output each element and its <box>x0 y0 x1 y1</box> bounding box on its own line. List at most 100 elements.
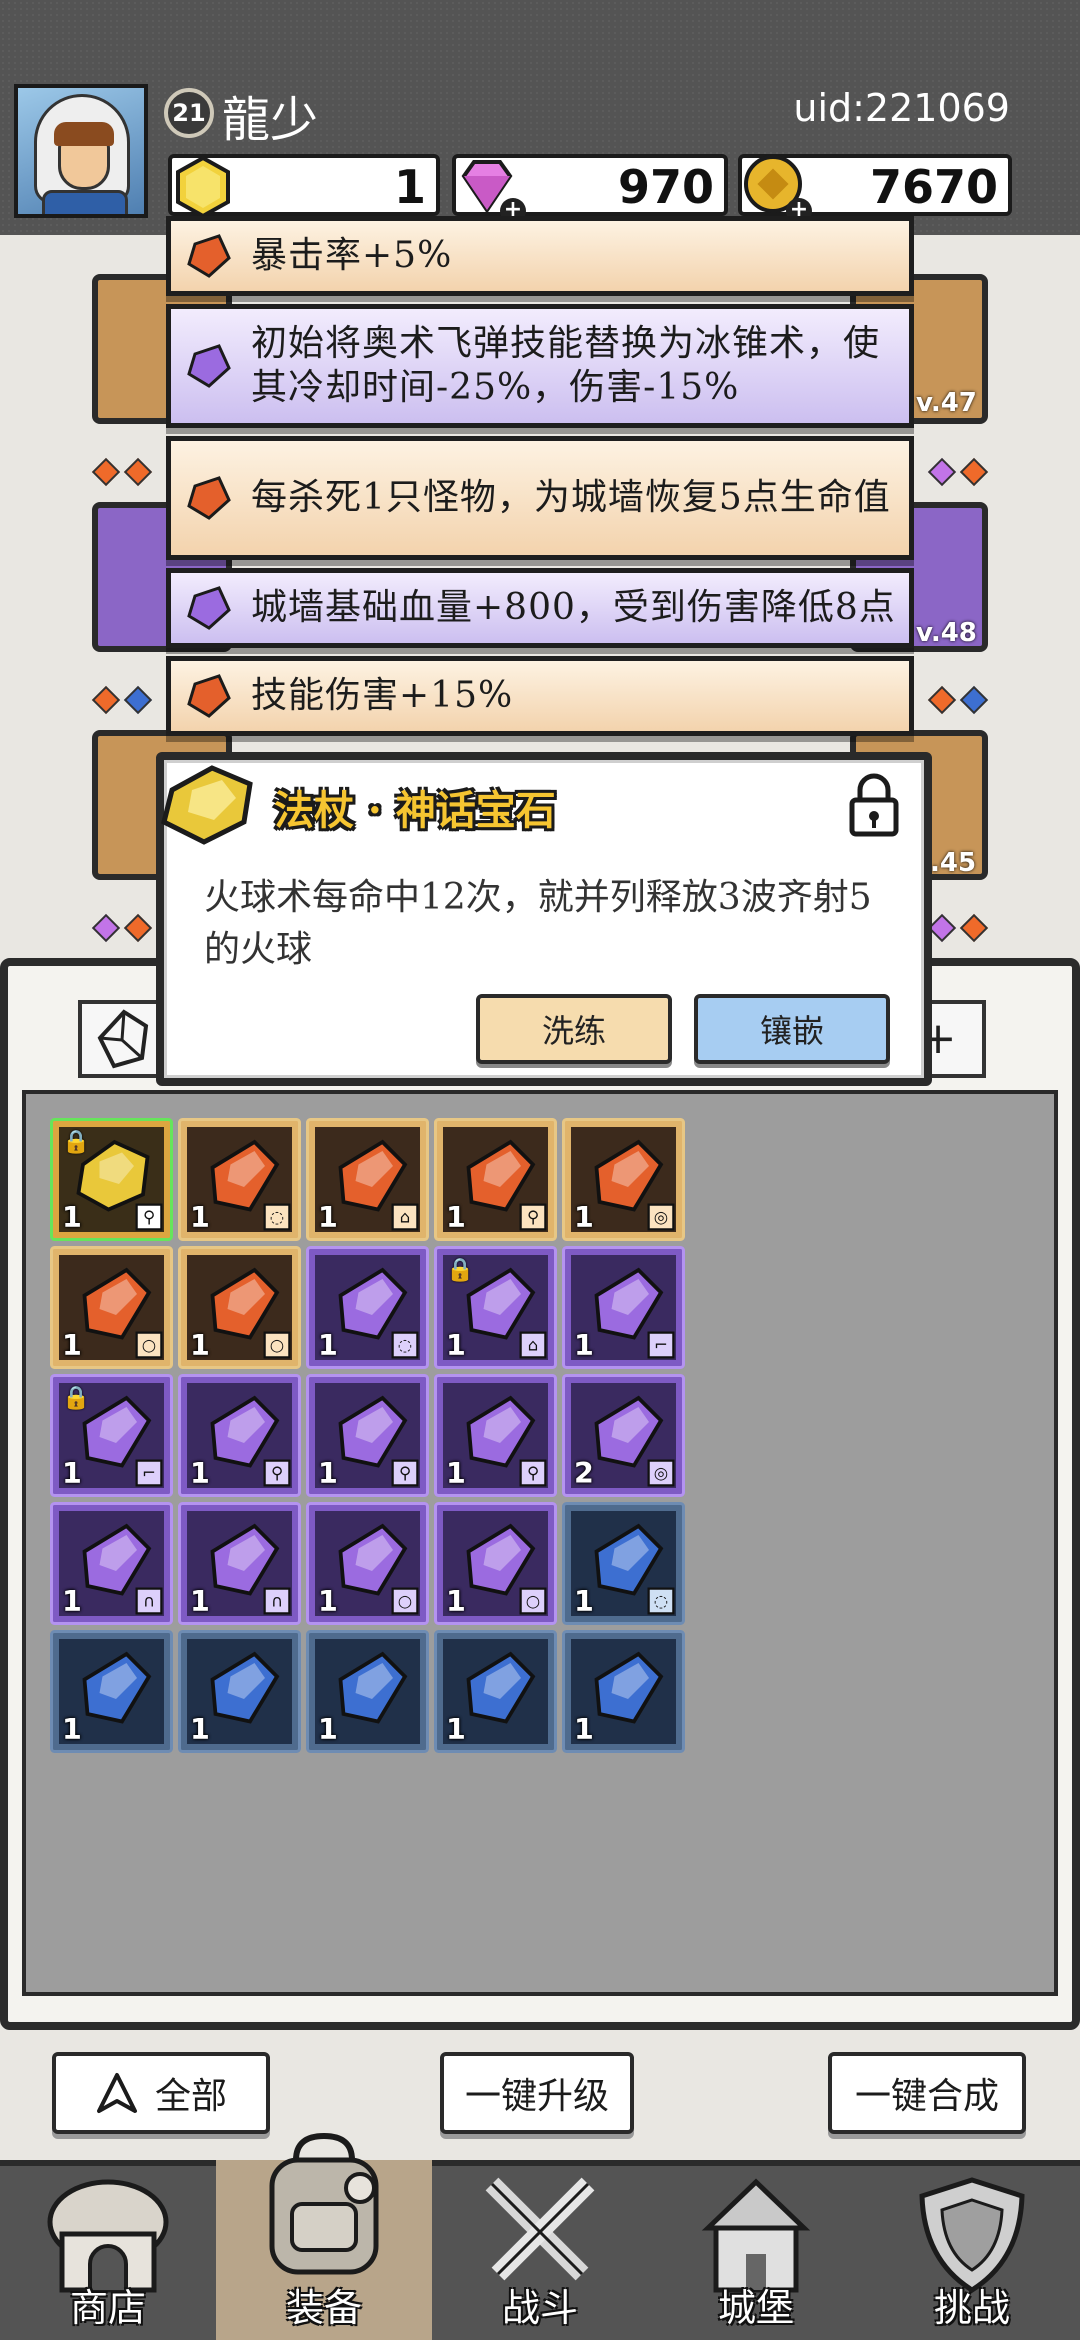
boots-slot-icon: ⌐ <box>647 1331 675 1359</box>
inlay-button[interactable]: 镶嵌 <box>694 994 890 1064</box>
gem-count: 1 <box>446 1328 466 1362</box>
gem-count: 1 <box>190 1200 210 1234</box>
gem-slot[interactable]: 1 ◌ <box>562 1502 685 1625</box>
socket-icon <box>959 457 989 487</box>
gem-count: 1 <box>318 1712 338 1746</box>
nav-battle[interactable]: 战斗 <box>432 2160 648 2340</box>
orange-gem-icon <box>187 674 231 718</box>
gem-slot[interactable]: 1 ○ <box>178 1246 301 1369</box>
gold-gem-icon <box>176 155 230 219</box>
gold-gem-counter[interactable]: 1 <box>168 154 440 219</box>
diamond-counter[interactable]: + 970 <box>452 154 728 224</box>
staff-slot-icon: ⚲ <box>519 1459 547 1487</box>
gem-count: 1 <box>574 1584 594 1618</box>
lock-icon[interactable] <box>846 770 902 840</box>
gold-gem-value: 1 <box>393 160 426 214</box>
gem-slot[interactable]: 1 ○ <box>306 1502 429 1625</box>
gem-count: 1 <box>446 1456 466 1490</box>
necklace-slot-icon: ○ <box>391 1587 419 1615</box>
blue-gem-icon <box>466 1651 536 1724</box>
gem-slot[interactable]: 1 <box>434 1630 557 1753</box>
gem-grid: 1 ⚲ 🔒 1 ◌ 1 ⌂ 1 ⚲ 1 ◎ 1 ○ 1 ○ 1 ◌ 1 ⌂ 🔒 1 ⌐ 1 ⌐ 🔒 1 ⚲ 1 ⚲ 1 ⚲ 2 ◎ 1 ∩ 1 ∩ 1 ○ 1… <box>22 1090 1058 1996</box>
nav-castle-label: 城堡 <box>717 2286 794 2330</box>
filter-all-label: 全部 <box>154 2076 227 2117</box>
filter-all-button[interactable]: 全部 <box>52 2052 270 2134</box>
gem-slot[interactable]: 1 ⌐ 🔒 <box>50 1374 173 1497</box>
gem-count: 1 <box>190 1456 210 1490</box>
armor-slot-icon: ⌂ <box>391 1203 419 1231</box>
gem-slot[interactable]: 1 ⌐ <box>562 1246 685 1369</box>
nav-challenge[interactable]: 挑战 <box>864 2160 1080 2340</box>
necklace-slot-icon: ○ <box>263 1331 291 1359</box>
gem-count: 1 <box>62 1584 82 1618</box>
gem-count: 1 <box>190 1584 210 1618</box>
gem-slot[interactable]: 1 ∩ <box>50 1502 173 1625</box>
gem-slot[interactable]: 2 ◎ <box>562 1374 685 1497</box>
shield-icon <box>919 2177 1025 2293</box>
helmet-slot-icon: ∩ <box>263 1587 291 1615</box>
gem-detail-popup: 法杖 · 神话宝石 火球术每命中12次，就并列释放3波齐射5的火球 洗练 镶嵌 <box>156 752 932 1086</box>
gem-slot[interactable]: 1 <box>50 1630 173 1753</box>
gem-count: 1 <box>190 1328 210 1362</box>
gem-slot[interactable]: 1 ⚲ 🔒 <box>50 1118 173 1241</box>
amulet-slot-icon: ◌ <box>647 1587 675 1615</box>
staff-slot-icon: ⚲ <box>391 1459 419 1487</box>
gem-count: 1 <box>62 1712 82 1746</box>
gem-slot[interactable]: 1 <box>562 1630 685 1753</box>
ring-slot-icon: ◎ <box>647 1459 675 1487</box>
gem-slot[interactable]: 1 <box>306 1630 429 1753</box>
nav-battle-label: 战斗 <box>501 2286 578 2330</box>
ring-slot-icon: ◎ <box>647 1203 675 1231</box>
nav-castle[interactable]: 城堡 <box>648 2160 864 2340</box>
crossed-swords-icon <box>485 2177 595 2281</box>
gem-slot[interactable]: 1 ⚲ <box>434 1118 557 1241</box>
equip-level: .45 <box>930 848 977 878</box>
affix-row: 暴击率+5% <box>166 216 914 296</box>
blue-gem-icon <box>594 1651 664 1724</box>
gem-count: 1 <box>318 1456 338 1490</box>
purple-gem-icon <box>187 344 231 388</box>
affix-row: 初始将奥术飞弹技能替换为冰锥术，使其冷却时间-25%，伤害-15% <box>166 304 914 428</box>
gem-slot[interactable]: 1 ⌂ <box>306 1118 429 1241</box>
lock-icon: 🔒 <box>62 1128 91 1155</box>
socket-icon <box>927 913 957 943</box>
affix-row: 每杀死1只怪物，为城墙恢复5点生命值 <box>166 436 914 560</box>
nav-equipment-label: 装备 <box>285 2286 362 2330</box>
nav-equipment[interactable]: 装备 <box>216 2132 432 2340</box>
one-click-merge-button[interactable]: 一键合成 <box>828 2052 1026 2134</box>
blue-gem-icon <box>82 1651 152 1724</box>
gem-slot[interactable]: 1 ⌂ 🔒 <box>434 1246 557 1369</box>
gem-slot[interactable]: 1 ◎ <box>562 1118 685 1241</box>
socket-icon <box>91 457 121 487</box>
socket-icon <box>123 457 153 487</box>
staff-slot-icon: ⚲ <box>135 1203 163 1231</box>
player-uid: uid:221069 <box>793 86 1010 130</box>
staff-slot-icon: ⚲ <box>519 1203 547 1231</box>
gem-count: 1 <box>62 1328 82 1362</box>
gem-slot[interactable]: 1 ◌ <box>306 1246 429 1369</box>
gem-count: 1 <box>446 1712 466 1746</box>
gem-slot[interactable]: 1 ○ <box>50 1246 173 1369</box>
coin-counter[interactable]: + 7670 <box>738 154 1012 224</box>
player-avatar[interactable] <box>14 84 148 218</box>
affix-text: 每杀死1只怪物，为城墙恢复5点生命值 <box>251 477 891 518</box>
gem-slot[interactable]: 1 ⚲ <box>434 1374 557 1497</box>
helmet-slot-icon: ∩ <box>135 1587 163 1615</box>
gem-count: 1 <box>574 1328 594 1362</box>
gem-slot[interactable]: 1 ∩ <box>178 1502 301 1625</box>
gem-slot[interactable]: 1 <box>178 1630 301 1753</box>
one-click-upgrade-button[interactable]: 一键升级 <box>440 2052 634 2134</box>
gem-slot[interactable]: 1 ⚲ <box>306 1374 429 1497</box>
nav-shop[interactable]: 商店 <box>0 2160 216 2340</box>
affix-text: 初始将奥术飞弹技能替换为冰锥术，使其冷却时间-25%，伤害-15% <box>251 323 881 408</box>
socket-icon <box>959 913 989 943</box>
socket-icon <box>123 913 153 943</box>
gem-slot[interactable]: 1 ⚲ <box>178 1374 301 1497</box>
refine-button[interactable]: 洗练 <box>476 994 672 1064</box>
gem-slot[interactable]: 1 ◌ <box>178 1118 301 1241</box>
gem-slot[interactable]: 1 ○ <box>434 1502 557 1625</box>
gem-count: 1 <box>62 1456 82 1490</box>
necklace-slot-icon: ○ <box>135 1331 163 1359</box>
gem-count: 1 <box>190 1712 210 1746</box>
purple-gem-icon <box>187 586 231 630</box>
